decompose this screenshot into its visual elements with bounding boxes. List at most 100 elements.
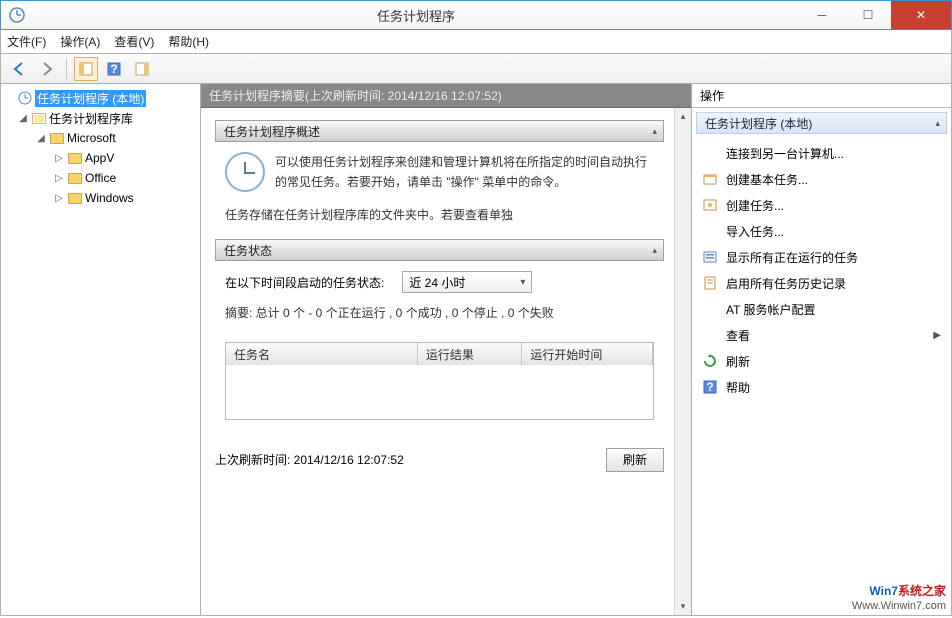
tree-windows[interactable]: ▷ Windows xyxy=(3,188,198,208)
nav-forward-button[interactable] xyxy=(35,57,59,81)
watermark: Win7系统之家 Www.Winwin7.com xyxy=(852,582,946,612)
status-period-label: 在以下时间段启动的任务状态: xyxy=(225,274,384,291)
tree-ms-label: Microsoft xyxy=(67,131,116,145)
status-section-header[interactable]: 任务状态 ▴ xyxy=(215,239,664,261)
help-icon: ? xyxy=(702,379,718,395)
help-toolbar-button[interactable]: ? xyxy=(102,57,126,81)
overview-text-2: 任务存储在任务计划程序库的文件夹中。若要查看单独 xyxy=(225,205,654,225)
workspace: 任务计划程序 (本地) ◢ 任务计划程序库 ◢ Microsoft ▷ AppV… xyxy=(0,84,952,616)
col-task-name[interactable]: 任务名 xyxy=(226,343,418,365)
summary-header: 任务计划程序摘要(上次刷新时间: 2014/12/16 12:07:52) xyxy=(201,84,691,108)
task-basic-icon xyxy=(702,171,718,187)
folder-icon xyxy=(67,150,83,166)
center-pane: 任务计划程序摘要(上次刷新时间: 2014/12/16 12:07:52) ▴ … xyxy=(201,84,691,615)
action-at-account[interactable]: AT 服务帐户配置 xyxy=(696,296,947,322)
menu-bar: 文件(F) 操作(A) 查看(V) 帮助(H) xyxy=(0,30,952,54)
tree-library[interactable]: ◢ 任务计划程序库 xyxy=(3,108,198,128)
tree-windows-label: Windows xyxy=(85,191,134,205)
show-tree-button[interactable] xyxy=(74,57,98,81)
nav-back-button[interactable] xyxy=(7,57,31,81)
tree-appv[interactable]: ▷ AppV xyxy=(3,148,198,168)
action-show-running[interactable]: 显示所有正在运行的任务 xyxy=(696,244,947,270)
action-connect[interactable]: 连接到另一台计算机... xyxy=(696,140,947,166)
collapse-icon: ▴ xyxy=(652,245,657,256)
actions-list: 连接到另一台计算机... 创建基本任务... 创建任务... 导入任务... 显… xyxy=(692,138,951,402)
account-icon xyxy=(702,301,718,317)
overview-title: 任务计划程序概述 xyxy=(224,123,320,140)
folder-icon xyxy=(31,110,47,126)
status-summary-line: 摘要: 总计 0 个 - 0 个正在运行 , 0 个成功 , 0 个停止 , 0… xyxy=(225,303,654,323)
menu-view[interactable]: 查看(V) xyxy=(114,33,154,50)
tree-office[interactable]: ▷ Office xyxy=(3,168,198,188)
window-titlebar: 任务计划程序 ─ ☐ ✕ xyxy=(0,0,952,30)
scroll-up-icon[interactable]: ▴ xyxy=(675,108,691,125)
center-body: ▴ ▾ 任务计划程序概述 ▴ 可以使用任务计划程序来创建和管理计算机将在所指定的… xyxy=(201,108,691,615)
status-title: 任务状态 xyxy=(224,242,272,259)
overview-section-header[interactable]: 任务计划程序概述 ▴ xyxy=(215,120,664,142)
minimize-button[interactable]: ─ xyxy=(799,1,845,29)
task-grid-header: 任务名 运行结果 运行开始时间 xyxy=(226,343,653,365)
vertical-scrollbar[interactable]: ▴ ▾ xyxy=(674,108,691,615)
toolbar-separator xyxy=(66,58,67,80)
expand-icon[interactable]: ▷ xyxy=(53,193,65,204)
import-icon xyxy=(702,223,718,239)
tree-office-label: Office xyxy=(85,171,116,185)
svg-text:?: ? xyxy=(706,380,713,394)
actions-pane: 操作 任务计划程序 (本地) ▴ 连接到另一台计算机... 创建基本任务... … xyxy=(691,84,951,615)
tree-root[interactable]: 任务计划程序 (本地) xyxy=(3,88,198,108)
collapse-icon: ▴ xyxy=(652,126,657,137)
actions-group-header[interactable]: 任务计划程序 (本地) ▴ xyxy=(696,112,947,134)
action-enable-history[interactable]: 启用所有任务历史记录 xyxy=(696,270,947,296)
folder-icon xyxy=(49,130,65,146)
collapse-icon: ▴ xyxy=(935,118,940,129)
refresh-button[interactable]: 刷新 xyxy=(606,448,664,472)
computer-icon xyxy=(702,145,718,161)
show-actions-button[interactable] xyxy=(130,57,154,81)
tree-microsoft[interactable]: ◢ Microsoft xyxy=(3,128,198,148)
folder-icon xyxy=(67,170,83,186)
col-run-result[interactable]: 运行结果 xyxy=(418,343,522,365)
collapse-icon[interactable]: ◢ xyxy=(17,113,29,124)
status-section-body: 在以下时间段启动的任务状态: 近 24 小时 摘要: 总计 0 个 - 0 个正… xyxy=(215,261,664,433)
tree-library-label: 任务计划程序库 xyxy=(49,110,133,127)
submenu-arrow-icon: ▶ xyxy=(933,330,941,341)
clock-icon xyxy=(17,90,33,106)
action-view[interactable]: 查看 ▶ xyxy=(696,322,947,348)
running-tasks-icon xyxy=(702,249,718,265)
folder-icon xyxy=(67,190,83,206)
maximize-button[interactable]: ☐ xyxy=(845,1,891,29)
task-grid: 任务名 运行结果 运行开始时间 xyxy=(225,342,654,420)
actions-pane-title: 操作 xyxy=(692,84,951,108)
action-refresh[interactable]: 刷新 xyxy=(696,348,947,374)
action-help[interactable]: ? 帮助 xyxy=(696,374,947,400)
clock-icon xyxy=(225,152,265,192)
tree-root-label: 任务计划程序 (本地) xyxy=(35,90,146,107)
history-icon xyxy=(702,275,718,291)
view-icon xyxy=(702,327,718,343)
expand-icon[interactable]: ▷ xyxy=(53,153,65,164)
refresh-icon xyxy=(702,353,718,369)
menu-file[interactable]: 文件(F) xyxy=(7,33,46,50)
action-import[interactable]: 导入任务... xyxy=(696,218,947,244)
toolbar: ? xyxy=(0,54,952,84)
tree-appv-label: AppV xyxy=(85,151,114,165)
menu-help[interactable]: 帮助(H) xyxy=(168,33,209,50)
last-refresh-label: 上次刷新时间: 2014/12/16 12:07:52 xyxy=(215,451,404,468)
action-create-basic[interactable]: 创建基本任务... xyxy=(696,166,947,192)
close-button[interactable]: ✕ xyxy=(891,1,951,29)
task-icon xyxy=(702,197,718,213)
action-create[interactable]: 创建任务... xyxy=(696,192,947,218)
expand-icon[interactable]: ▷ xyxy=(53,173,65,184)
overview-text-1: 可以使用任务计划程序来创建和管理计算机将在所指定的时间自动执行的常见任务。若要开… xyxy=(275,152,654,193)
center-footer: 上次刷新时间: 2014/12/16 12:07:52 刷新 xyxy=(215,448,664,472)
app-icon xyxy=(9,7,25,23)
menu-action[interactable]: 操作(A) xyxy=(60,33,100,50)
status-period-combo[interactable]: 近 24 小时 xyxy=(402,271,532,293)
col-start-time[interactable]: 运行开始时间 xyxy=(522,343,653,365)
tree-pane: 任务计划程序 (本地) ◢ 任务计划程序库 ◢ Microsoft ▷ AppV… xyxy=(1,84,201,615)
scroll-down-icon[interactable]: ▾ xyxy=(675,598,691,615)
window-title: 任务计划程序 xyxy=(33,6,799,25)
overview-section-body: 可以使用任务计划程序来创建和管理计算机将在所指定的时间自动执行的常见任务。若要开… xyxy=(215,142,664,239)
collapse-icon[interactable]: ◢ xyxy=(35,133,47,144)
svg-text:?: ? xyxy=(110,62,117,76)
